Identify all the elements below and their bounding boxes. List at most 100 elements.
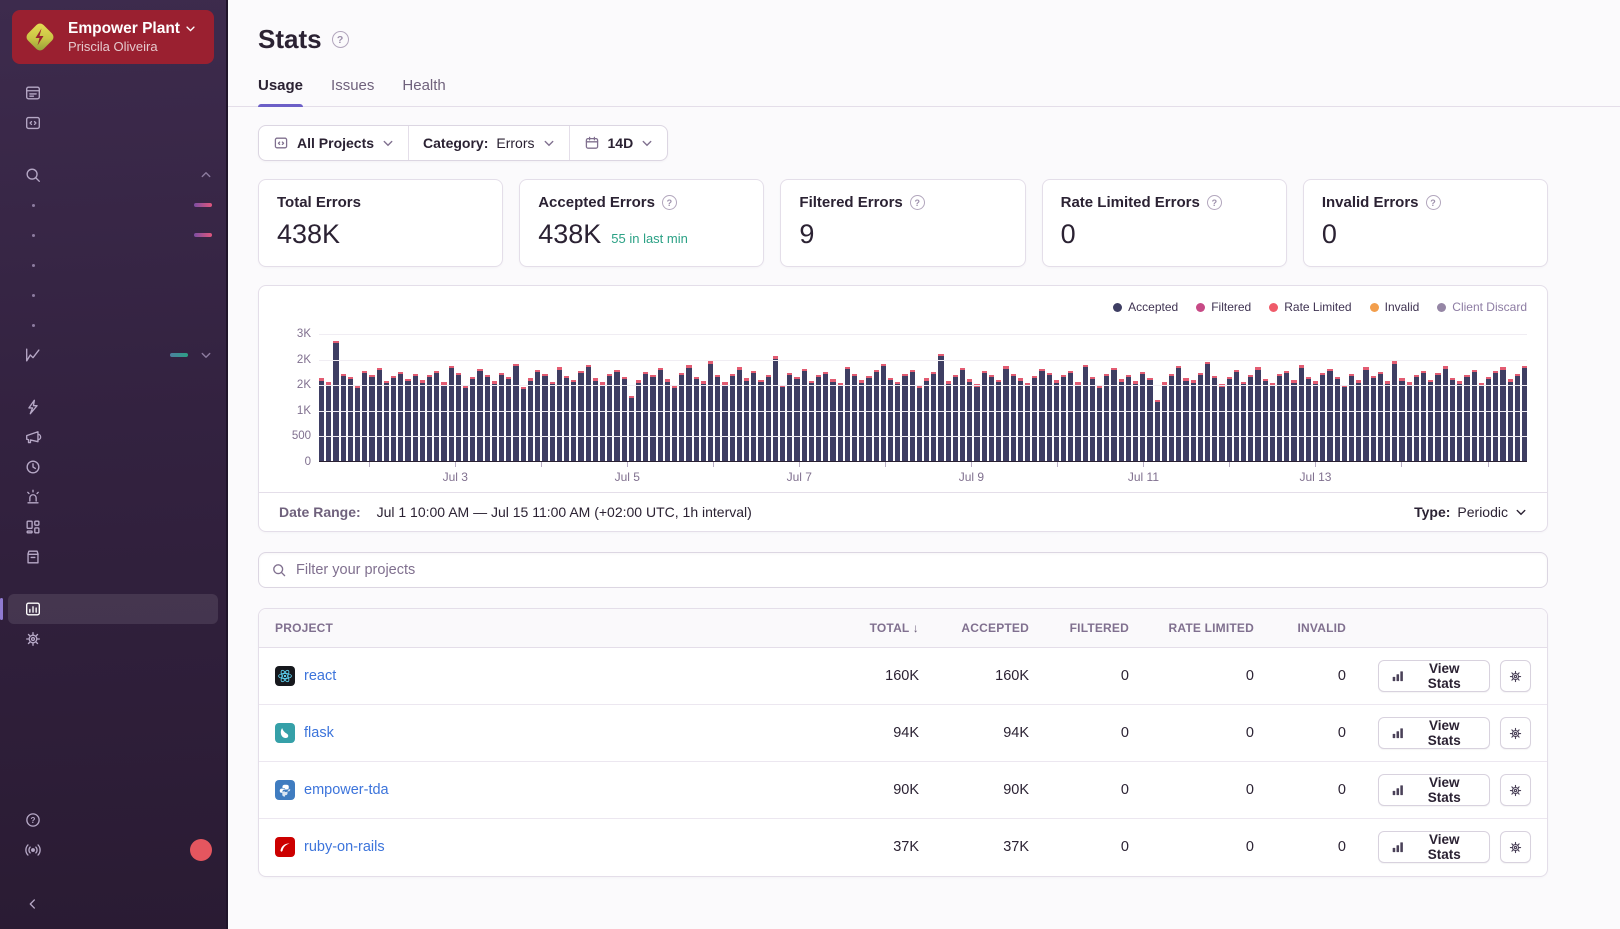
- category-filter-dropdown[interactable]: Category: Errors: [408, 126, 568, 160]
- sidebar-item-insights[interactable]: [0, 340, 226, 370]
- chart-bar[interactable]: [571, 379, 577, 461]
- chart-bar[interactable]: [1082, 364, 1088, 461]
- chart-bar[interactable]: [319, 378, 325, 461]
- column-header-project[interactable]: PROJECT: [259, 609, 835, 648]
- chart-bar[interactable]: [1060, 374, 1067, 461]
- chart-bar[interactable]: [715, 374, 721, 461]
- sidebar-item-user-feedback[interactable]: [0, 422, 226, 452]
- chart-bar[interactable]: [520, 386, 526, 461]
- chart-bar[interactable]: [340, 373, 346, 461]
- chart-bar[interactable]: [527, 378, 534, 461]
- chart-bar[interactable]: [542, 374, 548, 461]
- chart-bar[interactable]: [844, 366, 851, 461]
- chart-bar[interactable]: [1356, 380, 1362, 461]
- sidebar-item-projects[interactable]: [0, 108, 226, 138]
- chart-bar[interactable]: [952, 374, 959, 461]
- chart-bar[interactable]: [405, 378, 411, 461]
- legend-item-rate-limited[interactable]: Rate Limited: [1269, 300, 1352, 314]
- chart-bar[interactable]: [700, 381, 706, 461]
- chart-bar[interactable]: [1428, 379, 1434, 461]
- chart-bar[interactable]: [1421, 370, 1427, 461]
- chart-bar[interactable]: [873, 370, 879, 461]
- chart-bar[interactable]: [614, 369, 620, 461]
- chart-bar[interactable]: [1327, 369, 1333, 461]
- chart-bar[interactable]: [412, 374, 418, 461]
- chart-bar[interactable]: [664, 379, 670, 461]
- chart-bar[interactable]: [1413, 375, 1420, 461]
- chart-bar[interactable]: [830, 379, 836, 461]
- chart-bar[interactable]: [1406, 382, 1412, 461]
- chart-bar[interactable]: [1176, 365, 1182, 461]
- chart-bar[interactable]: [506, 376, 512, 461]
- chart-bar[interactable]: [463, 385, 469, 461]
- sidebar-item-stats[interactable]: [0, 594, 218, 624]
- chart-bar[interactable]: [1125, 374, 1131, 461]
- chart-bar[interactable]: [945, 381, 951, 461]
- chart-bar[interactable]: [513, 363, 519, 461]
- sidebar-item-settings[interactable]: [0, 624, 226, 654]
- chart-bar[interactable]: [628, 396, 634, 461]
- legend-item-filtered[interactable]: Filtered: [1196, 300, 1251, 314]
- sidebar-item-dashboards[interactable]: [0, 512, 226, 542]
- chart-bar[interactable]: [1219, 384, 1225, 461]
- chart-bar[interactable]: [599, 382, 606, 461]
- chart-bar[interactable]: [902, 373, 908, 461]
- chart-bar[interactable]: [383, 380, 390, 461]
- chart-bar[interactable]: [1168, 374, 1175, 461]
- project-settings-button[interactable]: [1499, 774, 1531, 806]
- sidebar-item-metrics[interactable]: [0, 220, 226, 250]
- chart-bar[interactable]: [650, 374, 656, 461]
- chart-bar[interactable]: [1291, 380, 1297, 461]
- chart-bar[interactable]: [743, 378, 750, 461]
- chart-bar[interactable]: [1241, 381, 1247, 461]
- view-stats-button[interactable]: View Stats: [1378, 774, 1490, 806]
- chart-bar[interactable]: [1010, 374, 1016, 461]
- page-help-icon[interactable]: ?: [331, 31, 349, 48]
- chart-bar[interactable]: [1024, 382, 1031, 461]
- chart-bar[interactable]: [880, 363, 887, 461]
- chart-bar[interactable]: [585, 364, 591, 461]
- chart-bar[interactable]: [909, 369, 915, 461]
- chart-bar[interactable]: [1017, 378, 1023, 461]
- sidebar-item-performance[interactable]: [0, 392, 226, 422]
- chart-bar[interactable]: [794, 377, 800, 461]
- chart-bar[interactable]: [592, 378, 598, 461]
- legend-item-client-discard[interactable]: Client Discard: [1437, 300, 1527, 314]
- chart-bar[interactable]: [355, 385, 361, 461]
- legend-item-accepted[interactable]: Accepted: [1113, 300, 1178, 314]
- sidebar-item-explore[interactable]: [0, 160, 226, 190]
- chart-bar[interactable]: [1370, 376, 1376, 461]
- project-link[interactable]: empower-tda: [304, 782, 389, 798]
- project-link[interactable]: ruby-on-rails: [304, 839, 385, 855]
- view-stats-button[interactable]: View Stats: [1378, 831, 1490, 864]
- chart-bar[interactable]: [1478, 383, 1484, 461]
- chart-bar[interactable]: [1471, 370, 1477, 461]
- chart-bar[interactable]: [988, 375, 995, 461]
- search-input[interactable]: [296, 562, 1535, 578]
- chart-bar[interactable]: [924, 378, 930, 461]
- collapse-button[interactable]: [0, 889, 226, 919]
- chart-bar[interactable]: [1226, 377, 1232, 461]
- project-link[interactable]: react: [304, 668, 336, 684]
- chart-bar[interactable]: [1298, 365, 1304, 461]
- chart-bar[interactable]: [1514, 374, 1520, 461]
- chart-bar[interactable]: [1449, 377, 1456, 461]
- chart-bar[interactable]: [1132, 381, 1139, 461]
- chart-bar[interactable]: [1233, 370, 1239, 461]
- project-link[interactable]: flask: [304, 725, 334, 741]
- org-switcher[interactable]: Empower Plant Priscila Oliveira: [12, 10, 214, 64]
- chart-bar[interactable]: [967, 379, 973, 461]
- column-header-total[interactable]: TOTAL ↓: [835, 609, 935, 648]
- chart-bar[interactable]: [693, 377, 699, 461]
- chart-bar[interactable]: [866, 376, 872, 461]
- chart-bar[interactable]: [859, 380, 865, 461]
- sidebar-item-releases[interactable]: [0, 542, 226, 572]
- chart-bar[interactable]: [1003, 366, 1009, 461]
- chart-bar[interactable]: [376, 367, 382, 461]
- help-icon[interactable]: ?: [661, 195, 677, 210]
- chart-bar[interactable]: [556, 367, 562, 461]
- column-header-filtered[interactable]: FILTERED: [1045, 609, 1145, 648]
- column-header-accepted[interactable]: ACCEPTED: [935, 609, 1045, 648]
- chart-bar[interactable]: [1111, 367, 1117, 461]
- chart-bar[interactable]: [780, 384, 786, 461]
